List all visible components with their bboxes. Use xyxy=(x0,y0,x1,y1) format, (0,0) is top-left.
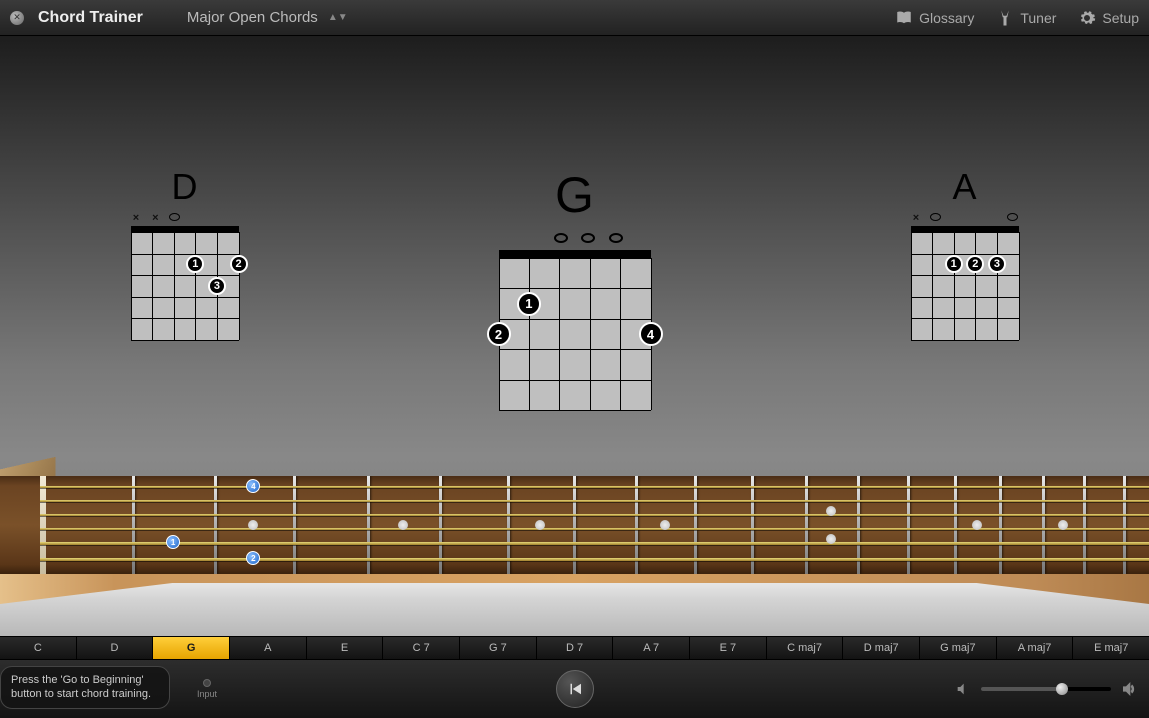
chord-tabs: CDGAEC 7G 7D 7A 7E 7C maj7D maj7G maj7A … xyxy=(0,636,1149,660)
guitar-neck: 1 2 4 xyxy=(0,476,1149,574)
input-led-icon xyxy=(203,679,211,687)
chord-tab[interactable]: E maj7 xyxy=(1073,637,1149,659)
chord-tab[interactable]: C xyxy=(0,637,77,659)
guitar-body xyxy=(0,574,1149,636)
lesson-dropdown[interactable]: Major Open Chords ▲▼ xyxy=(177,5,358,30)
finger-dot: 1 xyxy=(186,255,204,273)
chord-tab[interactable]: A 7 xyxy=(613,637,690,659)
finger-dot: 2 xyxy=(230,255,248,273)
top-bar: ✕ Chord Trainer Major Open Chords ▲▼ Glo… xyxy=(0,0,1149,36)
chord-tab[interactable]: D maj7 xyxy=(843,637,920,659)
chord-tab[interactable]: G xyxy=(153,637,230,659)
fretboard-finger-dot: 4 xyxy=(246,479,260,493)
finger-dot: 3 xyxy=(988,255,1006,273)
volume-slider[interactable] xyxy=(981,687,1111,691)
finger-dot: 3 xyxy=(208,277,226,295)
chord-diagrams-row: D ×× 123 G 124 A × 123 xyxy=(0,166,1149,410)
hint-tooltip: Press the 'Go to Beginning' button to st… xyxy=(0,666,170,709)
input-indicator[interactable]: Input xyxy=(197,679,217,699)
chord-name: D xyxy=(172,166,198,208)
finger-dot: 2 xyxy=(487,322,511,346)
bottom-bar: Press the 'Go to Beginning' button to st… xyxy=(0,660,1149,718)
stage: D ×× 123 G 124 A × 123 124 xyxy=(0,36,1149,636)
finger-dot: 4 xyxy=(639,322,663,346)
chord-tab[interactable]: D xyxy=(77,637,154,659)
gear-icon xyxy=(1078,9,1096,27)
chord-tab[interactable]: E 7 xyxy=(690,637,767,659)
chord-tab[interactable]: C 7 xyxy=(383,637,460,659)
chord-tab[interactable]: E xyxy=(307,637,384,659)
finger-dot: 2 xyxy=(966,255,984,273)
chord-diagram-left[interactable]: D ×× 123 xyxy=(131,166,239,340)
go-to-beginning-button[interactable] xyxy=(556,670,594,708)
chord-diagram-right[interactable]: A × 123 xyxy=(911,166,1019,340)
fretboard-finger-dot: 2 xyxy=(246,551,260,565)
finger-dot: 1 xyxy=(517,292,541,316)
close-icon[interactable]: ✕ xyxy=(10,11,24,25)
fretboard[interactable]: 1 2 4 xyxy=(0,476,1149,636)
app-title: Chord Trainer xyxy=(38,9,143,27)
volume-high-icon xyxy=(1121,681,1137,697)
volume-low-icon xyxy=(955,681,971,697)
volume-control xyxy=(955,681,1137,697)
chord-tab[interactable]: G 7 xyxy=(460,637,537,659)
skip-back-icon xyxy=(566,680,584,698)
lesson-dropdown-label: Major Open Chords xyxy=(187,9,318,26)
chord-tab[interactable]: A xyxy=(230,637,307,659)
tuning-fork-icon xyxy=(996,9,1014,27)
fretboard-finger-dot: 1 xyxy=(166,535,180,549)
book-icon xyxy=(895,9,913,27)
chord-tab[interactable]: A maj7 xyxy=(997,637,1074,659)
finger-dot: 1 xyxy=(945,255,963,273)
chord-name: G xyxy=(555,166,594,224)
chord-tab[interactable]: C maj7 xyxy=(767,637,844,659)
chord-diagram-center[interactable]: G 124 xyxy=(499,166,651,410)
chord-tab[interactable]: D 7 xyxy=(537,637,614,659)
chord-name: A xyxy=(952,166,976,208)
chevron-updown-icon: ▲▼ xyxy=(328,12,348,23)
chord-tab[interactable]: G maj7 xyxy=(920,637,997,659)
setup-link[interactable]: Setup xyxy=(1078,9,1139,27)
glossary-link[interactable]: Glossary xyxy=(895,9,974,27)
tuner-link[interactable]: Tuner xyxy=(996,9,1056,27)
